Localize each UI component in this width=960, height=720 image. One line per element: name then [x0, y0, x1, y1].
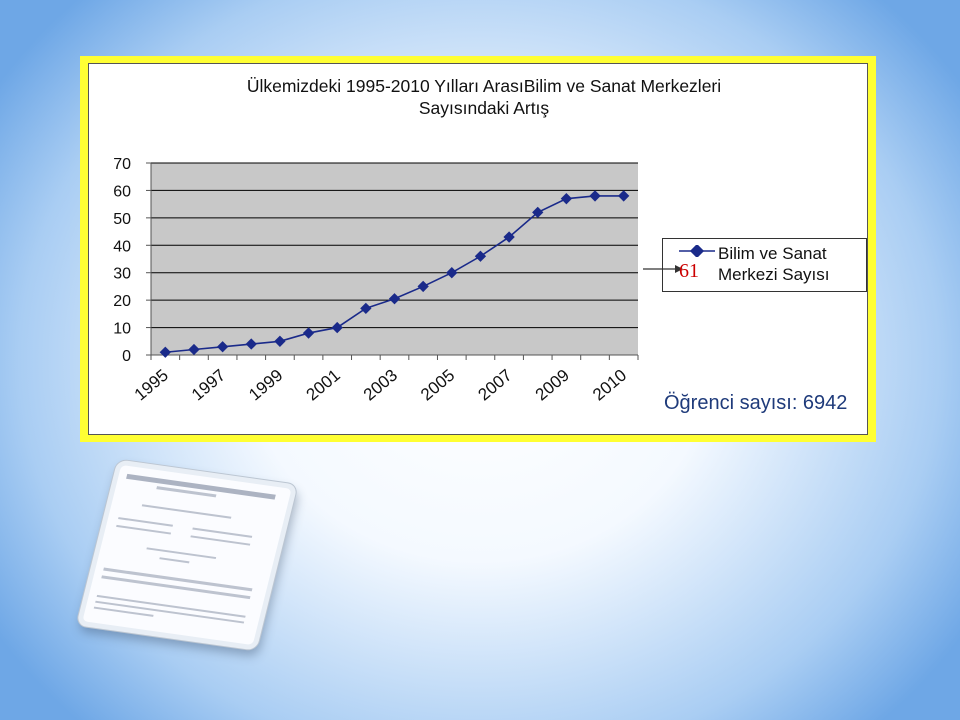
x-tick-label: 1997 — [188, 366, 229, 405]
x-tick-label: 2007 — [474, 366, 515, 405]
x-tick-label: 1999 — [245, 366, 286, 405]
y-tick-label: 40 — [113, 238, 131, 255]
y-tick-label: 60 — [113, 183, 131, 200]
y-tick-label: 10 — [113, 321, 131, 338]
student-count-annotation: Öğrenci sayısı: 6942 — [664, 392, 848, 414]
legend-number-annotation: 61 — [679, 260, 699, 282]
x-tick-label: 2005 — [417, 366, 458, 405]
arrow-icon — [643, 265, 683, 273]
y-tick-label: 0 — [122, 348, 131, 365]
x-tick-label: 2001 — [303, 366, 344, 405]
legend-line-marker-icon — [679, 245, 715, 257]
chart-frame: Ülkemizdeki 1995-2010 Yılları ArasıBilim… — [80, 56, 876, 442]
x-tick-label: 1995 — [131, 366, 172, 405]
legend-label: Bilim ve Sanat Merkezi Sayısı — [718, 244, 830, 284]
y-tick-label: 70 — [113, 156, 131, 173]
y-tick-label: 50 — [113, 211, 131, 228]
x-tick-label: 2010 — [589, 366, 630, 405]
y-tick-label: 20 — [113, 293, 131, 310]
plot-area — [151, 163, 638, 355]
x-tick-label: 2009 — [532, 366, 573, 405]
test-booklet-image — [76, 459, 298, 651]
x-tick-label: 2003 — [360, 366, 401, 405]
chart-panel: Ülkemizdeki 1995-2010 Yılları ArasıBilim… — [88, 63, 868, 435]
y-tick-label: 30 — [113, 266, 131, 283]
